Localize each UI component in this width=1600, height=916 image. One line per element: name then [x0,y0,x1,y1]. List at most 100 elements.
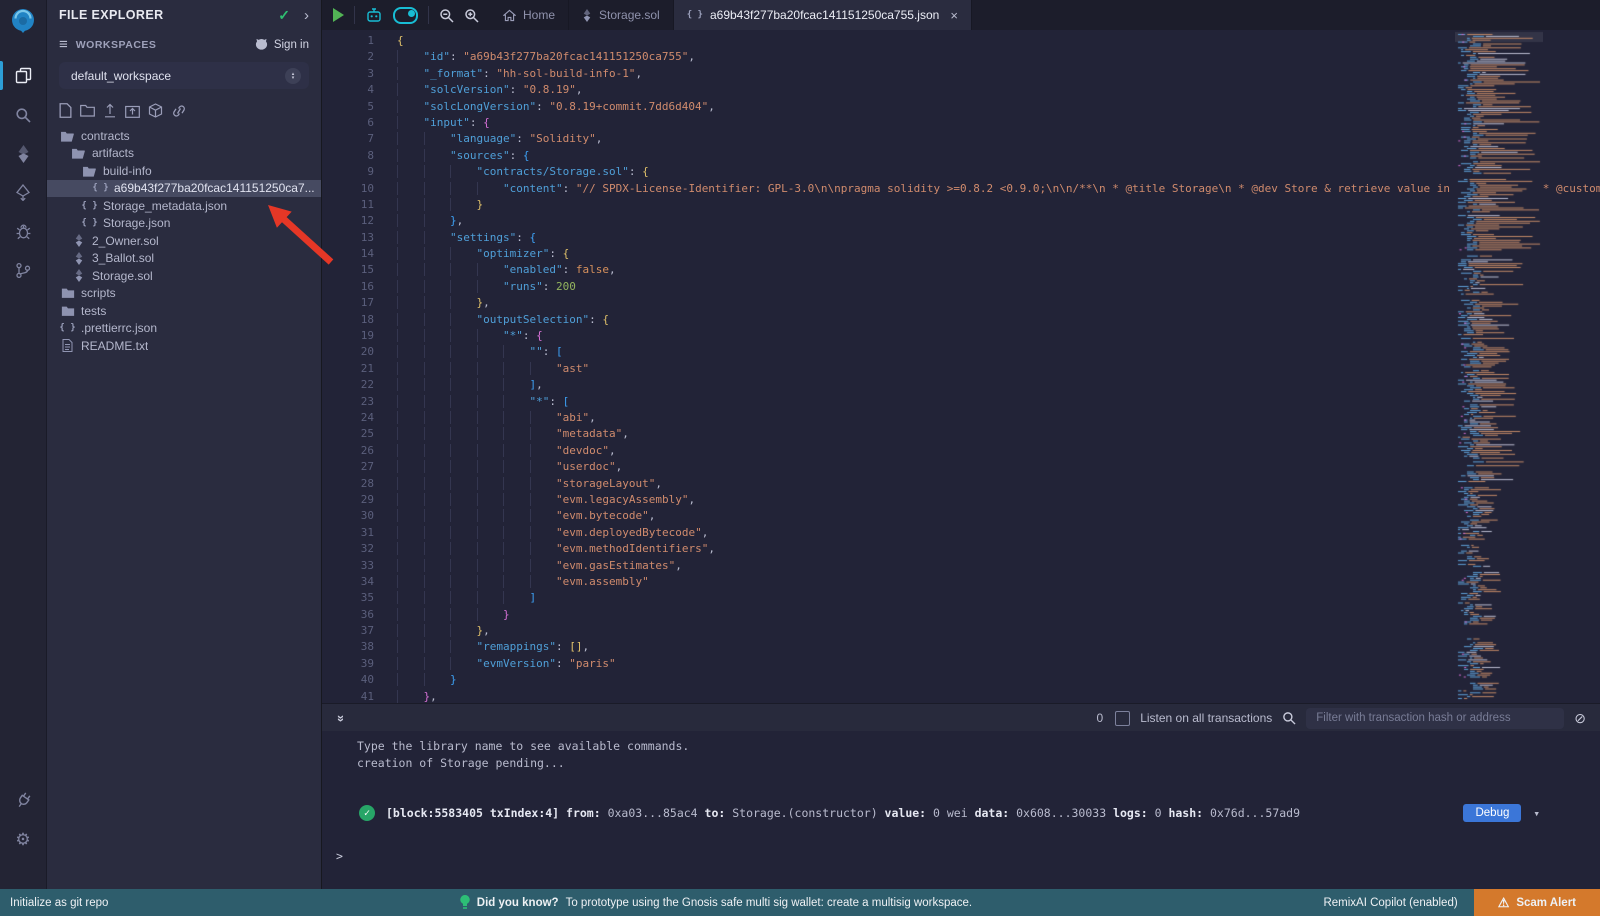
bug-icon [15,223,32,240]
select-arrows-icon: ▴▾ [285,68,301,84]
activity-bar-bottom: ⚙ [0,781,46,859]
status-bar: Initialize as git repo Did you know? To … [0,889,1600,916]
search-icon[interactable] [1282,711,1296,725]
terminal[interactable]: Type the library name to see available c… [322,731,1600,889]
plug-icon [11,789,35,813]
ipfs-box-icon[interactable] [148,103,163,118]
tabs: HomeStorage.sol { } a69b43f277ba20fcac1411… [490,0,972,30]
file-explorer-header: FILE EXPLORER ✓ › [47,0,321,30]
tree-item[interactable]: { }a69b43f277ba20fcac141151250ca7... [47,180,321,198]
folder-open-icon [59,130,76,142]
terminal-prompt[interactable]: > [322,849,1600,863]
folder-icon [59,287,76,299]
tree-item[interactable]: contracts [47,127,321,145]
sidebar-icon-git[interactable] [0,251,46,290]
expand-transaction-icon[interactable]: ▾ [1533,807,1540,820]
tree-item[interactable]: 3_Ballot.sol [47,250,321,268]
panel-title: FILE EXPLORER [59,8,278,22]
solidity-icon [70,269,87,282]
file-explorer-icon [15,67,32,84]
tree-item[interactable]: README.txt [47,337,321,355]
sidebar-icon-solidity-compiler[interactable] [0,134,46,173]
terminal-header: « 0 Listen on all transactions ⊘ [322,703,1600,732]
check-icon[interactable]: ✓ [278,7,290,24]
sidebar-icon-settings[interactable]: ⚙ [0,820,46,859]
copilot-status[interactable]: RemixAI Copilot (enabled) [1323,897,1457,909]
tree-item[interactable]: { }Storage_metadata.json [47,197,321,215]
remix-ide-window: ⚙ FILE EXPLORER ✓ › ≡ WORKSPACES Sign in… [0,0,1600,916]
sign-in-button[interactable]: Sign in [254,38,309,52]
workspace-select[interactable]: default_workspace ▴▾ [59,62,309,89]
terminal-log-line: Type the library name to see available c… [322,738,1600,755]
run-script-button[interactable] [333,8,344,22]
lightbulb-icon [460,895,470,910]
tree-item[interactable]: tests [47,302,321,320]
tree-item[interactable]: 2_Owner.sol [47,232,321,250]
tab-bar: HomeStorage.sol { } a69b43f277ba20fcac1411… [322,0,1600,30]
deploy-run-icon [15,184,31,201]
tree-item[interactable]: { } Storage.json [47,215,321,233]
sign-in-label: Sign in [274,39,309,51]
solidity-icon [70,234,87,247]
line-numbers: 1234567891011121314151617181920212223242… [322,33,374,703]
debug-button[interactable]: Debug [1463,804,1521,822]
sidebar-icon-debugger[interactable] [0,212,46,251]
remix-logo-icon [7,6,39,38]
tree-item-label: tests [81,304,106,318]
editor-area: HomeStorage.sol { } a69b43f277ba20fcac1411… [322,0,1600,889]
search-icon [15,107,31,123]
tab-a69b43f277ba20fcac141151250ca755-json[interactable]: { } a69b43f277ba20fcac141151250ca755.json… [674,0,972,30]
sidebar-icon-deploy-and-run[interactable] [0,173,46,212]
terminal-collapse-icon[interactable]: « [332,714,347,721]
terminal-log: Type the library name to see available c… [322,731,1600,771]
transaction-filter-input[interactable] [1306,708,1564,729]
tree-item-label: contracts [81,129,130,143]
home-icon [503,9,516,22]
copilot-toggle[interactable] [393,7,418,24]
remix-logo[interactable] [7,6,39,38]
tree-item-label: Storage_metadata.json [103,199,227,213]
listen-checkbox[interactable] [1115,711,1130,726]
tab-home[interactable]: Home [490,0,569,30]
link-icon[interactable] [171,104,187,118]
tip-title: Did you know? [477,897,559,909]
ai-robot-button[interactable] [365,7,383,23]
json-icon: { } [81,218,98,228]
git-init-status[interactable]: Initialize as git repo [10,897,108,909]
sidebar-icon-file-explorer[interactable] [0,56,46,95]
tab-label: a69b43f277ba20fcac141151250ca755.json [710,8,939,22]
file-tree: contracts artifactsbuild-info{ }a69b43f27… [47,127,321,355]
workspaces-row: ≡ WORKSPACES Sign in [47,30,321,57]
minimap[interactable] [1455,30,1543,702]
clear-console-icon[interactable]: ⊘ [1574,710,1586,727]
zoom-in-button[interactable] [464,8,479,23]
tab-storage-sol[interactable]: Storage.sol [569,0,674,30]
new-file-button[interactable] [59,103,72,118]
tree-item[interactable]: build-info [47,162,321,180]
sidebar-icon-search[interactable] [0,95,46,134]
solidity-compiler-icon [16,145,31,163]
scam-alert-badge[interactable]: ⚠ Scam Alert [1474,889,1600,916]
sidebar-icon-plugin-manager[interactable] [0,781,46,820]
chevron-right-icon[interactable]: › [304,7,309,24]
listen-label[interactable]: Listen on all transactions [1140,711,1272,725]
tree-item-label: README.txt [81,339,148,353]
json-icon: { } [59,323,76,333]
json-icon: { } [687,10,703,20]
new-folder-button[interactable] [80,104,95,117]
code-editor[interactable]: 1234567891011121314151617181920212223242… [322,30,1600,703]
zoom-out-button[interactable] [439,8,454,23]
did-you-know-tip: Did you know? To prototype using the Gno… [108,895,1323,910]
tree-item[interactable]: Storage.sol [47,267,321,285]
tree-item[interactable]: artifacts [47,145,321,163]
upload-file-button[interactable] [103,103,117,118]
close-tab-icon[interactable]: × [950,8,958,23]
tree-item[interactable]: { }.prettierrc.json [47,320,321,338]
active-indicator [0,61,3,90]
tree-item-label: Storage.json [103,216,170,230]
tree-item[interactable]: scripts [47,285,321,303]
hamburger-menu-icon[interactable]: ≡ [59,36,68,53]
transaction-actions: Debug ▾ [1463,804,1540,822]
upload-folder-button[interactable] [125,104,140,118]
transaction-row[interactable]: ✓ [block:5583405 txIndex:4] from: 0xa03.… [322,802,1600,824]
